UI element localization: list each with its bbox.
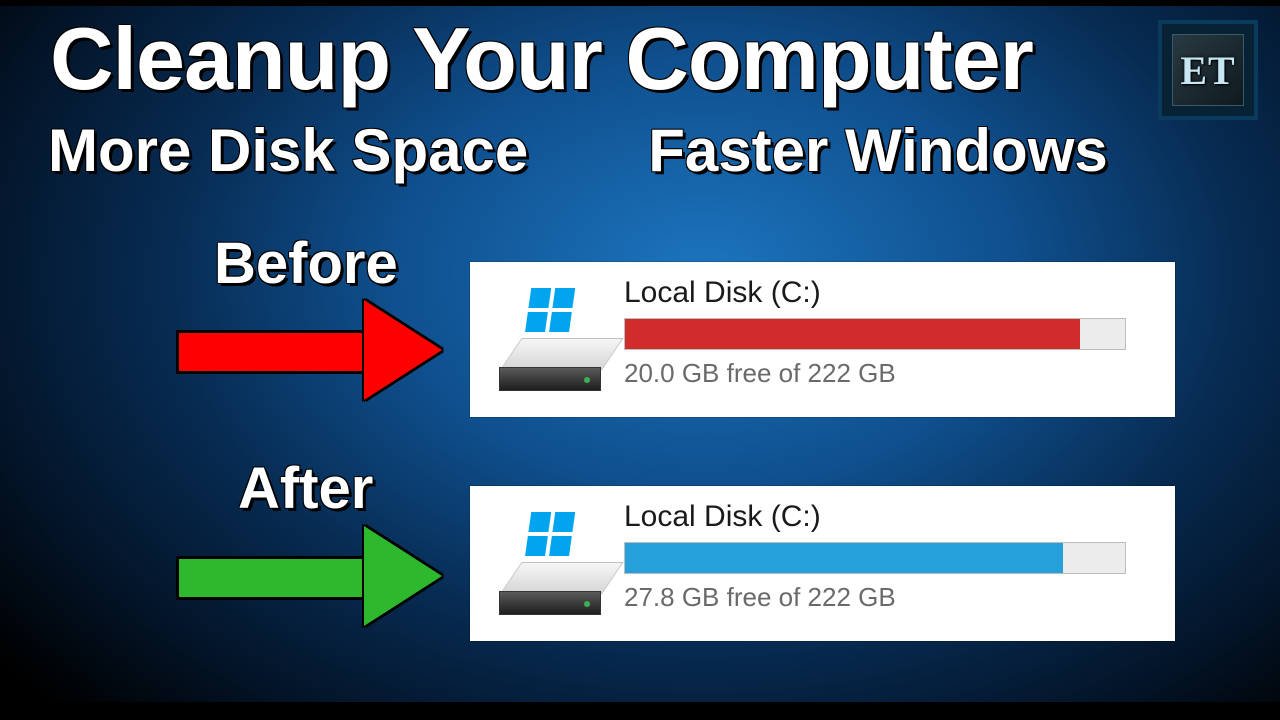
usage-bar (624, 318, 1126, 350)
disk-title: Local Disk (C:) (624, 276, 1151, 310)
free-space-text: 20.0 GB free of 222 GB (624, 358, 1151, 389)
main-heading: Cleanup Your Computer (50, 8, 1033, 110)
subheading-faster-windows: Faster Windows (648, 116, 1108, 185)
usage-bar (624, 542, 1126, 574)
windows-logo-icon (525, 288, 577, 334)
usage-bar-fill (625, 543, 1063, 573)
letterbox-bottom (0, 702, 1280, 720)
channel-logo: ET (1158, 20, 1258, 120)
drive-icon (500, 520, 600, 612)
usage-bar-fill (625, 319, 1080, 349)
sub-heading-row: More Disk Space Faster Windows (48, 116, 1198, 185)
disk-panel-after: Local Disk (C:) 27.8 GB free of 222 GB (470, 486, 1175, 641)
subheading-more-disk-space: More Disk Space (48, 116, 528, 185)
thumbnail-stage: ET Cleanup Your Computer More Disk Space… (0, 0, 1280, 720)
disk-title: Local Disk (C:) (624, 500, 1151, 534)
logo-text: ET (1180, 47, 1235, 94)
label-before: Before (214, 230, 398, 297)
arrow-before-icon (176, 306, 456, 396)
windows-logo-icon (525, 512, 577, 558)
free-space-text: 27.8 GB free of 222 GB (624, 582, 1151, 613)
drive-icon (500, 296, 600, 388)
arrow-after-icon (176, 532, 456, 622)
letterbox-top (0, 0, 1280, 6)
label-after: After (238, 455, 373, 522)
disk-panel-before: Local Disk (C:) 20.0 GB free of 222 GB (470, 262, 1175, 417)
